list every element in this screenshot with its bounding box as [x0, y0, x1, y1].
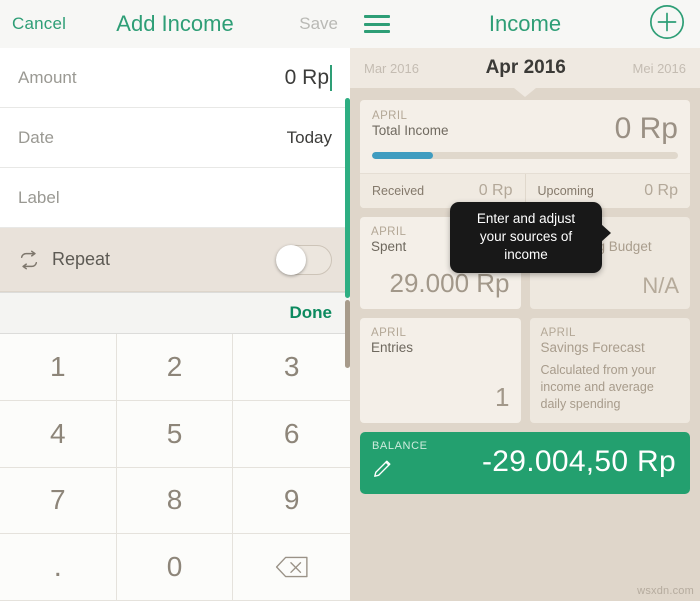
key-6[interactable]: 6: [233, 400, 350, 468]
income-form: Amount 0 Rp Date Today Label Repeat: [0, 48, 350, 368]
watermark: wsxdn.com: [637, 585, 694, 597]
key-9[interactable]: 9: [233, 467, 350, 535]
balance-amount: -29.004,50 Rp: [481, 444, 676, 478]
entries-value: 1: [495, 381, 510, 412]
month-previous[interactable]: Mar 2016: [364, 61, 419, 76]
amount-value[interactable]: 0 Rp: [284, 64, 332, 91]
stats-row-2: APRIL Entries 1 APRIL Savings Forecast C…: [360, 318, 690, 423]
key-2[interactable]: 2: [116, 334, 234, 401]
savings-forecast-card[interactable]: APRIL Savings Forecast Calculated from y…: [529, 318, 690, 423]
balance-card[interactable]: BALANCE -29.004,50 Rp: [360, 431, 690, 494]
entries-kicker: APRIL: [371, 327, 407, 339]
entries-card[interactable]: APRIL Entries 1: [360, 318, 521, 423]
month-selector[interactable]: Mar 2016 Apr 2016 Mei 2016: [350, 48, 700, 97]
plus-circle-icon: [649, 4, 685, 39]
hamburger-bar: [364, 22, 390, 26]
app-screen: Cancel Add Income Save Amount 0 Rp Date …: [0, 0, 700, 601]
text-caret: [330, 64, 332, 91]
income-progress-fill: [372, 152, 434, 159]
edit-pencil-icon[interactable]: [372, 457, 428, 484]
month-next[interactable]: Mei 2016: [633, 61, 686, 76]
add-income-button[interactable]: [648, 3, 686, 46]
tooltip-text: Enter and adjust your sources of income: [476, 211, 576, 263]
remaining-budget-value: N/A: [642, 273, 679, 298]
savings-forecast-kicker: APRIL: [540, 327, 576, 339]
income-overview-panel: Income Mar 2016 Apr 2016 Mei 2016 APRIL …: [350, 0, 700, 601]
income-tooltip[interactable]: Enter and adjust your sources of income: [450, 202, 611, 273]
save-button[interactable]: Save: [299, 14, 338, 34]
income-navbar: Income: [350, 0, 700, 48]
key-3[interactable]: 3: [233, 334, 350, 401]
key-8[interactable]: 8: [116, 467, 234, 535]
add-income-navbar: Cancel Add Income Save: [0, 0, 350, 48]
amount-label: Amount: [18, 67, 77, 87]
label-field-label: Label: [18, 187, 60, 207]
repeat-toggle[interactable]: [276, 244, 332, 275]
add-income-panel: Cancel Add Income Save Amount 0 Rp Date …: [0, 0, 350, 601]
key-backspace[interactable]: [233, 534, 350, 601]
savings-forecast-label: Savings Forecast: [540, 340, 645, 355]
label-row[interactable]: Label: [0, 168, 350, 228]
keyboard-toolbar: Done: [0, 292, 350, 334]
hamburger-bar: [364, 15, 390, 18]
key-0[interactable]: 0: [116, 534, 234, 601]
key-5[interactable]: 5: [116, 400, 234, 468]
summary-cards: APRIL Total Income 0 Rp Received 0 Rp Up…: [350, 88, 700, 601]
savings-forecast-description: Calculated from your income and average …: [540, 363, 656, 411]
total-income-card[interactable]: APRIL Total Income 0 Rp Received 0 Rp Up…: [360, 100, 690, 208]
entries-label: Entries: [371, 340, 414, 355]
key-1[interactable]: 1: [0, 334, 117, 401]
total-income-amount: 0 Rp: [614, 112, 678, 145]
numeric-keypad: 1 2 3 4 5 6 7 8 9 . 0: [0, 334, 350, 601]
key-decimal[interactable]: .: [0, 534, 117, 601]
tooltip-arrow: [601, 224, 611, 242]
date-value: Today: [286, 127, 332, 147]
balance-kicker: BALANCE: [372, 439, 428, 452]
upcoming-value: 0 Rp: [644, 182, 678, 199]
date-label: Date: [18, 127, 54, 147]
toggle-knob: [276, 244, 306, 275]
received-value: 0 Rp: [478, 182, 513, 199]
backspace-icon: [275, 555, 309, 579]
amount-row[interactable]: Amount 0 Rp: [0, 48, 350, 108]
income-progress-bar: [372, 152, 678, 159]
cancel-button[interactable]: Cancel: [12, 14, 66, 34]
key-4[interactable]: 4: [0, 400, 117, 468]
done-button[interactable]: Done: [290, 303, 333, 323]
balance-left: BALANCE: [372, 440, 428, 484]
date-row[interactable]: Date Today: [0, 108, 350, 168]
received-label: Received: [372, 184, 425, 198]
key-7[interactable]: 7: [0, 467, 117, 535]
repeat-icon: [18, 249, 40, 271]
amount-input-text: 0 Rp: [284, 65, 329, 89]
total-income-main: APRIL Total Income 0 Rp: [360, 100, 690, 173]
upcoming-label: Upcoming: [537, 184, 594, 198]
repeat-label: Repeat: [52, 249, 111, 269]
hamburger-bar: [364, 30, 390, 33]
hamburger-menu-icon[interactable]: [364, 15, 390, 33]
repeat-row[interactable]: Repeat: [0, 228, 350, 292]
month-current[interactable]: Apr 2016: [486, 57, 566, 79]
